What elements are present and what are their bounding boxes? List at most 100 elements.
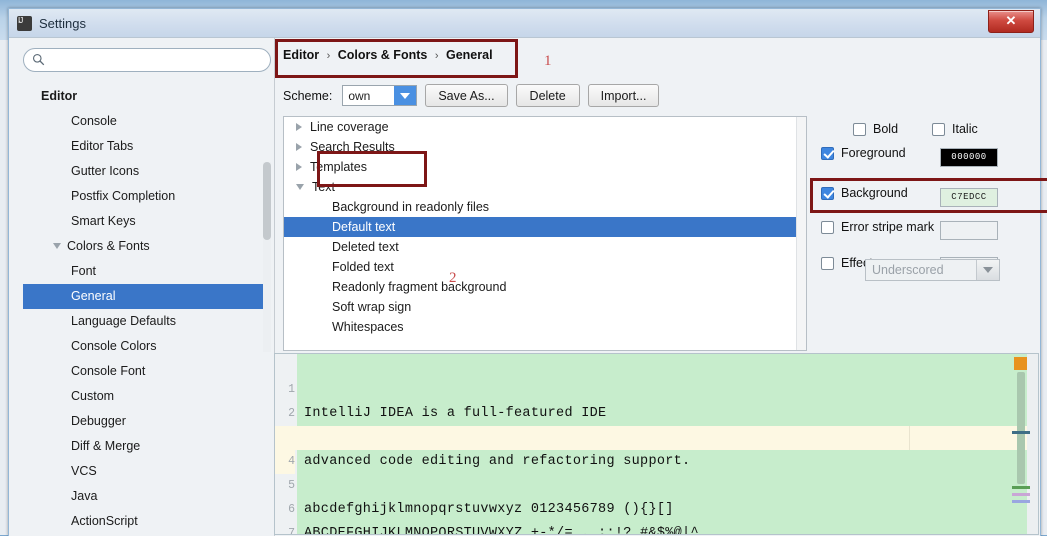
attr-label: Line coverage: [310, 120, 389, 134]
italic-label: Italic: [952, 122, 978, 136]
import-button[interactable]: Import...: [587, 84, 660, 107]
preview-line: 2 with a high level of usability and out…: [275, 378, 1038, 445]
annotation-marker-2: 2: [449, 270, 457, 286]
sidebar-item-label: Editor Tabs: [71, 139, 134, 153]
bold-option[interactable]: Bold: [853, 116, 898, 142]
sidebar-scrollbar-thumb[interactable]: [263, 162, 271, 240]
bold-checkbox[interactable]: [853, 122, 866, 136]
sidebar-item-java[interactable]: Java: [23, 484, 263, 509]
sidebar-item-console-colors[interactable]: Console Colors: [23, 334, 263, 359]
sidebar-item-label: VCS: [71, 464, 97, 478]
sidebar-item-general[interactable]: General: [23, 284, 263, 309]
caret-split: [909, 426, 910, 450]
stripe-marker[interactable]: [1012, 500, 1030, 503]
sidebar-item-custom[interactable]: Custom: [23, 384, 263, 409]
line-number: 7: [288, 527, 295, 535]
error-stripe-color-swatch[interactable]: [940, 221, 998, 240]
preview-line: 6 ABCDEFGHIJKLMNOPQRSTUVWXYZ +-*/= .,;:!…: [275, 474, 1038, 534]
chevron-down-icon[interactable]: [976, 260, 999, 280]
attr-label: Background in readonly files: [332, 200, 490, 214]
bold-label: Bold: [873, 122, 899, 136]
attr-label: Readonly fragment background: [332, 280, 507, 294]
chevron-right-icon[interactable]: [296, 142, 302, 151]
attr-label: Folded text: [332, 260, 394, 274]
chevron-down-icon[interactable]: [394, 86, 417, 105]
sidebar-item-label: Java: [71, 489, 98, 503]
annotation-box-default-text: [317, 151, 427, 187]
sidebar-item-label: Font: [71, 264, 97, 278]
dialog-titlebar[interactable]: Settings ✕: [9, 9, 1040, 37]
attr-item-folded-text[interactable]: Folded text: [284, 257, 806, 277]
attr-label: Default text: [332, 220, 396, 234]
sidebar-item-label: Smart Keys: [71, 214, 136, 228]
sidebar-item-editor-tabs[interactable]: Editor Tabs: [23, 134, 263, 159]
effects-checkbox[interactable]: [821, 256, 834, 270]
foreground-checkbox[interactable]: [821, 146, 834, 160]
sidebar-item-gutter-icons[interactable]: Gutter Icons: [23, 159, 263, 184]
search-input[interactable]: [23, 48, 271, 72]
sidebar-item-postfix-completion[interactable]: Postfix Completion: [23, 184, 263, 209]
attr-label: Whitespaces: [332, 320, 404, 334]
attribute-options: Bold Italic Foreground 000000 Background…: [810, 116, 1047, 351]
sidebar-item-colors-and-fonts[interactable]: Colors & Fonts: [23, 234, 263, 259]
preview-line: 7: [275, 498, 1038, 534]
attr-group-line-coverage[interactable]: Line coverage: [284, 117, 806, 137]
attr-item-soft-wrap-sign[interactable]: Soft wrap sign: [284, 297, 806, 317]
chevron-right-icon[interactable]: [296, 122, 302, 131]
preview-scrollbar-thumb[interactable]: [1017, 372, 1025, 484]
stripe-marker[interactable]: [1012, 493, 1030, 496]
sidebar-item-label: Language Defaults: [71, 314, 176, 328]
settings-sidebar: Editor Console Editor Tabs Gutter Icons …: [15, 44, 273, 536]
scheme-select[interactable]: own: [342, 85, 418, 106]
preview-scrollbar-track[interactable]: [1027, 354, 1038, 534]
sidebar-item-label: Console Colors: [71, 339, 157, 353]
stripe-marker[interactable]: [1012, 431, 1030, 434]
sidebar-item-language-defaults[interactable]: Language Defaults: [23, 309, 263, 334]
delete-button[interactable]: Delete: [515, 84, 580, 107]
sidebar-item-label: ActionScript: [71, 514, 138, 528]
effect-type-select[interactable]: Underscored: [865, 259, 1000, 281]
foreground-label: Foreground: [841, 146, 906, 160]
dialog-title: Settings: [39, 15, 86, 31]
attributes-scrollbar[interactable]: [796, 117, 806, 350]
chevron-down-icon[interactable]: [53, 242, 61, 249]
foreground-option[interactable]: Foreground: [821, 146, 906, 160]
attr-item-default-text[interactable]: Default text: [284, 217, 806, 237]
attr-item-deleted-text[interactable]: Deleted text: [284, 237, 806, 257]
sidebar-item-debugger[interactable]: Debugger: [23, 409, 263, 434]
scheme-value: own: [348, 88, 371, 103]
screen: Settings ✕ Editor Console Editor Tabs Gu…: [0, 0, 1047, 536]
search-icon: [32, 53, 45, 66]
effect-type-value: Underscored: [872, 263, 944, 277]
error-stripe-mark-checkbox[interactable]: [821, 220, 834, 234]
italic-option[interactable]: Italic: [932, 116, 978, 142]
stripe-marker[interactable]: [1012, 486, 1030, 489]
warning-flag-icon[interactable]: [1014, 357, 1027, 370]
font-style-row: Bold Italic: [853, 116, 978, 142]
sidebar-item-vcs[interactable]: VCS: [23, 459, 263, 484]
preview-editor[interactable]: 1 IntelliJ IDEA is a full-featured IDE 2…: [274, 353, 1039, 535]
chevron-right-icon[interactable]: [296, 162, 302, 171]
sidebar-item-label: Colors & Fonts: [67, 239, 150, 253]
save-as-button[interactable]: Save As...: [425, 84, 508, 107]
sidebar-item-diff-and-merge[interactable]: Diff & Merge: [23, 434, 263, 459]
attr-label: Soft wrap sign: [332, 300, 412, 314]
search-wrapper: [23, 48, 271, 72]
sidebar-item-console-font[interactable]: Console Font: [23, 359, 263, 384]
sidebar-item-label: General: [71, 289, 116, 303]
sidebar-item-font[interactable]: Font: [23, 259, 263, 284]
attr-item-whitespaces[interactable]: Whitespaces: [284, 317, 806, 337]
sidebar-item-smart-keys[interactable]: Smart Keys: [23, 209, 263, 234]
error-stripe-mark-option[interactable]: Error stripe mark: [821, 220, 934, 234]
sidebar-item-editor[interactable]: Editor: [23, 84, 263, 109]
foreground-color-swatch[interactable]: 000000: [940, 148, 998, 167]
preview-line: 1 IntelliJ IDEA is a full-featured IDE: [275, 354, 1038, 421]
sidebar-item-console[interactable]: Console: [23, 109, 263, 134]
attr-item-readonly-fragment-background[interactable]: Readonly fragment background: [284, 277, 806, 297]
italic-checkbox[interactable]: [932, 122, 946, 136]
close-icon[interactable]: ✕: [988, 10, 1034, 33]
annotation-marker-1: 1: [544, 53, 552, 69]
attr-item-background-in-readonly-files[interactable]: Background in readonly files: [284, 197, 806, 217]
sidebar-item-actionscript[interactable]: ActionScript: [23, 509, 263, 534]
chevron-down-icon[interactable]: [296, 183, 304, 190]
